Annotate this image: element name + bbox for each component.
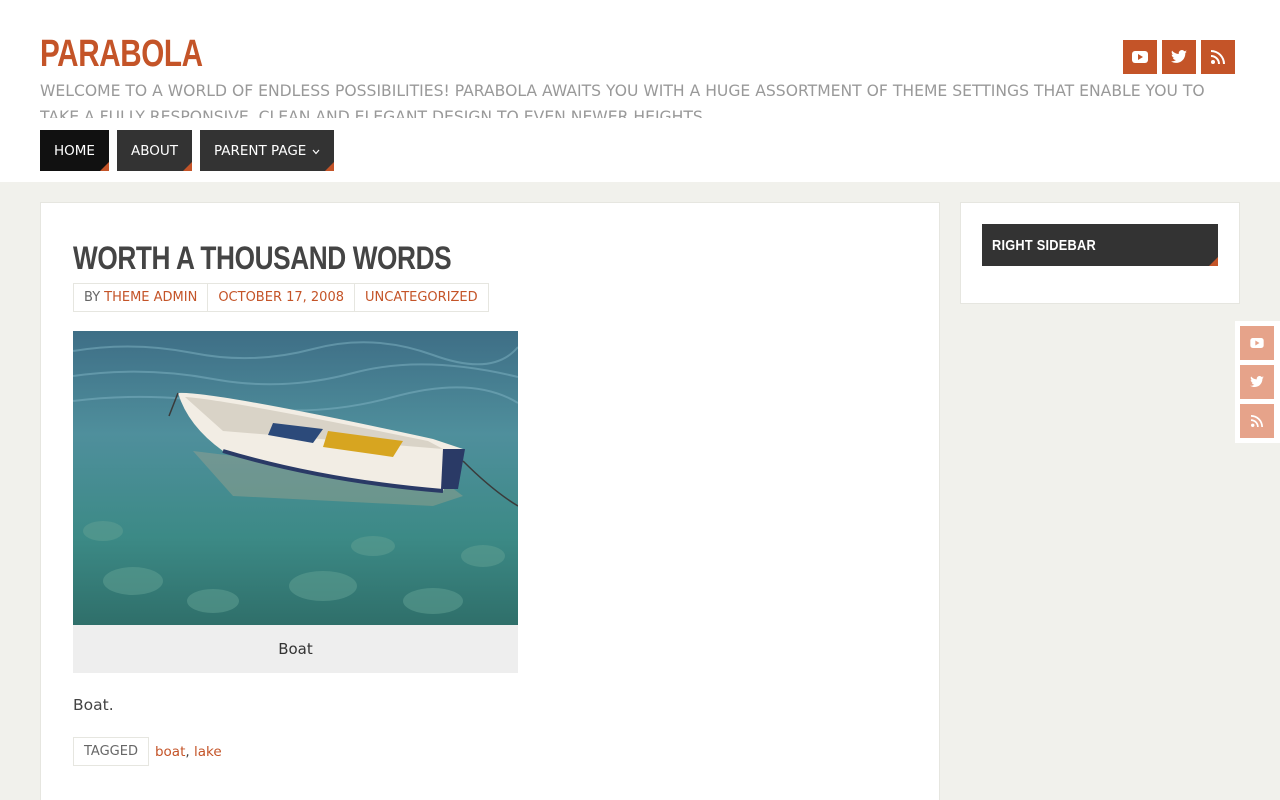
site-title[interactable]: PARABOLA	[40, 34, 203, 74]
author-link[interactable]: THEME ADMIN	[104, 290, 197, 305]
rss-icon[interactable]	[1240, 404, 1274, 438]
post-category-wrap: UNCATEGORIZED	[355, 284, 488, 311]
nav-item-home[interactable]: HOME	[40, 130, 109, 171]
right-sidebar: RIGHT SIDEBAR	[960, 202, 1240, 304]
nav-home-label: HOME	[54, 142, 95, 159]
by-label: BY	[84, 290, 101, 305]
nav-about-label: ABOUT	[130, 142, 178, 159]
nav-parent-label: PARENT PAGE	[213, 142, 307, 159]
nav-item-parent-page[interactable]: PARENT PAGE	[199, 130, 335, 171]
post-figure: Boat	[73, 331, 518, 673]
site-header: PARABOLA WELCOME TO A WORLD OF ENDLESS P…	[0, 0, 1280, 182]
tag-link-boat[interactable]: boat	[155, 744, 185, 760]
youtube-icon[interactable]	[1240, 326, 1274, 360]
tag-list: boat, lake	[155, 744, 222, 760]
post-date[interactable]: OCTOBER 17, 2008	[218, 290, 344, 305]
chevron-down-icon	[312, 143, 320, 159]
widget-title-label: RIGHT SIDEBAR	[992, 236, 1096, 254]
twitter-icon[interactable]	[1240, 365, 1274, 399]
post-tags: TAGGED boat, lake	[73, 737, 222, 766]
post-text: Boat.	[73, 696, 114, 714]
nav-item-about[interactable]: ABOUT	[116, 130, 192, 171]
tag-separator: ,	[185, 743, 190, 760]
post-title[interactable]: WORTH A THOUSAND WORDS	[73, 239, 452, 277]
youtube-icon[interactable]	[1123, 40, 1157, 74]
boat-image[interactable]	[73, 331, 518, 625]
tag-link-lake[interactable]: lake	[194, 744, 222, 760]
widget-title: RIGHT SIDEBAR	[982, 224, 1218, 266]
main-content: WORTH A THOUSAND WORDS BY THEME ADMIN OC…	[40, 202, 940, 800]
post-author: BY THEME ADMIN	[74, 284, 209, 311]
post-meta: BY THEME ADMIN OCTOBER 17, 2008 UNCATEGO…	[73, 283, 489, 312]
post-category[interactable]: UNCATEGORIZED	[365, 290, 478, 305]
twitter-icon[interactable]	[1162, 40, 1196, 74]
rss-icon[interactable]	[1201, 40, 1235, 74]
social-links-floating	[1235, 321, 1280, 443]
site-description: WELCOME TO A WORLD OF ENDLESS POSSIBILIT…	[40, 82, 1205, 118]
social-links-top	[1123, 40, 1235, 74]
main-nav: HOME ABOUT PARENT PAGE	[40, 130, 335, 171]
post-date-wrap: OCTOBER 17, 2008	[208, 284, 355, 311]
tagged-label: TAGGED	[73, 737, 149, 766]
figure-caption: Boat	[278, 640, 313, 658]
